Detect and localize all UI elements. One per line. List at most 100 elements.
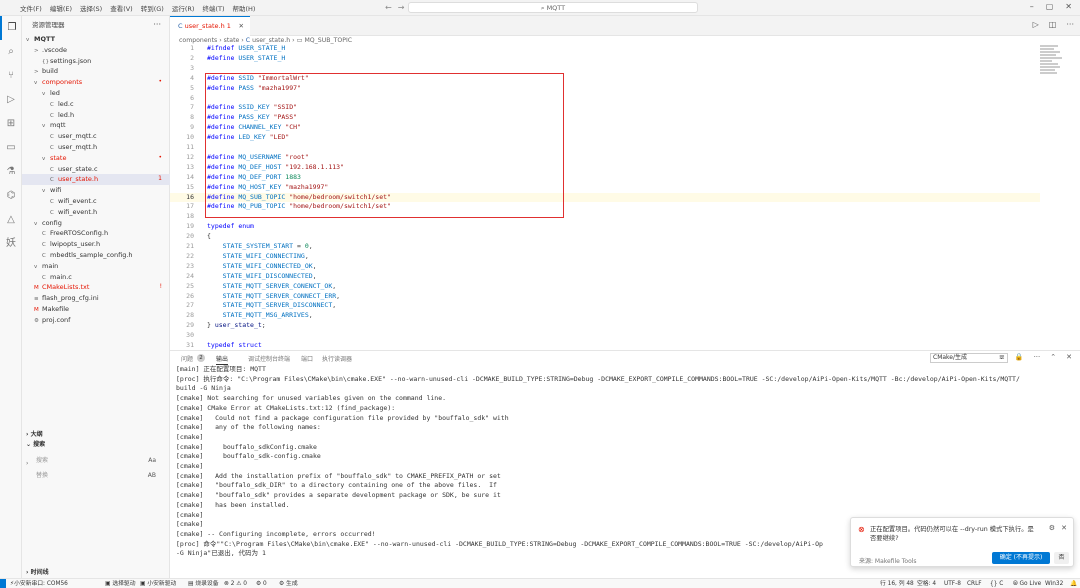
status-item[interactable]: 行 16, 列 48: [880, 579, 914, 588]
breadcrumb-item[interactable]: components: [179, 37, 217, 44]
breadcrumb-item[interactable]: MQ_SUB_TOPIC: [304, 37, 352, 44]
minimize-icon[interactable]: –: [1030, 2, 1034, 11]
tree-item[interactable]: v wifi: [22, 185, 170, 196]
tree-item[interactable]: v state •: [22, 153, 170, 164]
close-icon[interactable]: ✕: [1061, 524, 1067, 532]
breadcrumb-item[interactable]: user_state.h: [252, 37, 290, 44]
outline-section-header[interactable]: › 大纲: [22, 430, 170, 440]
status-item[interactable]: ⚙ 生成: [279, 579, 298, 588]
panel-tab[interactable]: 问题: [181, 354, 193, 363]
timeline-section-header[interactable]: › 时间线: [22, 568, 170, 578]
testing-icon[interactable]: ⚗: [0, 160, 22, 184]
split-editor-icon[interactable]: ◫: [1049, 20, 1057, 29]
confirm-button[interactable]: 确定 (不再提示): [992, 552, 1050, 564]
close-icon[interactable]: ✕: [1066, 353, 1072, 361]
menu-item[interactable]: 文件(F): [20, 3, 42, 13]
minimap[interactable]: [1040, 44, 1072, 104]
command-center-search[interactable]: ⌕ MQTT: [408, 2, 698, 13]
menu-item[interactable]: 编辑(E): [50, 3, 72, 13]
remote-indicator[interactable]: [0, 579, 6, 588]
tree-item[interactable]: M CMakeLists.txt!: [22, 282, 170, 293]
search-icon[interactable]: ⌕: [0, 40, 22, 64]
lock-icon[interactable]: 🔒: [1015, 353, 1024, 361]
tree-item[interactable]: Cwifi_event.h: [22, 207, 170, 218]
status-item[interactable]: ⚙ 0: [256, 579, 267, 588]
status-item[interactable]: 空格: 4: [917, 579, 936, 588]
tab-user-state-h[interactable]: C user_state.h 1 ✕: [170, 16, 250, 36]
breadcrumb-item[interactable]: state: [224, 37, 240, 44]
search-input[interactable]: 搜索 Aa: [34, 456, 160, 466]
bell-icon[interactable]: 🔔: [1070, 579, 1077, 588]
extensions-icon[interactable]: ⊞: [0, 112, 22, 136]
search-section-header[interactable]: ⌄ 搜索: [22, 440, 170, 450]
tree-item[interactable]: Cled.h: [22, 110, 170, 121]
status-item[interactable]: UTF-8: [944, 579, 961, 588]
tree-item[interactable]: v led: [22, 88, 170, 99]
tree-item[interactable]: > build: [22, 66, 170, 77]
nav-arrows[interactable]: ←→: [385, 3, 410, 12]
status-item[interactable]: ▤ 烧录设备: [188, 579, 219, 588]
menu-item[interactable]: 查看(V): [110, 3, 133, 13]
status-item[interactable]: {} C: [990, 579, 1003, 588]
esp-idf-icon[interactable]: ⌬: [0, 184, 22, 208]
status-item[interactable]: ▣ 选择驱动: [105, 579, 136, 588]
source-control-icon[interactable]: ⑂: [0, 64, 22, 88]
tree-item[interactable]: Cwifi_event.c: [22, 196, 170, 207]
maximize-icon[interactable]: ▢: [1046, 2, 1054, 11]
tree-item[interactable]: Clwipopts_user.h: [22, 239, 170, 250]
explorer-icon[interactable]: ❐: [0, 16, 22, 40]
status-item[interactable]: ▣ 小安新驱动: [140, 579, 176, 588]
tree-item[interactable]: Cuser_state.h 1: [22, 174, 170, 186]
panel-tab[interactable]: 输出: [216, 354, 229, 365]
tree-item[interactable]: v main: [22, 261, 170, 272]
remote-explorer-icon[interactable]: ▭: [0, 136, 22, 160]
status-item[interactable]: ⊗ 2 ⚠ 0: [224, 579, 247, 588]
status-item[interactable]: ⦾ Go Live: [1013, 579, 1041, 588]
more-icon[interactable]: ···: [153, 16, 161, 34]
close-tab-icon[interactable]: ✕: [239, 17, 244, 36]
maximize-icon[interactable]: ⌃: [1050, 353, 1056, 361]
close-icon[interactable]: ✕: [1065, 2, 1072, 11]
match-case-toggle[interactable]: Aa: [148, 456, 156, 466]
tree-item[interactable]: {}settings.json: [22, 56, 170, 67]
status-item[interactable]: CRLF: [967, 579, 982, 588]
list-filter-icon[interactable]: ≡: [999, 353, 1005, 361]
tree-item[interactable]: Cmbedtls_sample_config.h: [22, 250, 170, 261]
tree-item[interactable]: v components •: [22, 77, 170, 88]
menu-item[interactable]: 选择(S): [80, 3, 102, 13]
status-item[interactable]: ⚡小安新串口: COM56: [10, 579, 68, 588]
tree-item[interactable]: ≡ flash_prog_cfg.ini: [22, 293, 170, 304]
tree-item[interactable]: M Makefile: [22, 304, 170, 315]
tree-item[interactable]: Cuser_mqtt.h: [22, 142, 170, 153]
tree-item[interactable]: C FreeRTOSConfig.h: [22, 228, 170, 239]
arrow-left-icon[interactable]: ←: [385, 3, 398, 12]
tree-item[interactable]: v mqtt: [22, 120, 170, 131]
platformio-icon[interactable]: △: [0, 208, 22, 232]
menu-item[interactable]: 终端(T): [202, 3, 224, 13]
menu-item[interactable]: 帮助(H): [232, 3, 255, 13]
more-icon[interactable]: ···: [1034, 353, 1041, 361]
tree-item[interactable]: v config: [22, 218, 170, 229]
status-item[interactable]: Win32: [1045, 579, 1063, 588]
run-debug-icon[interactable]: ▷: [0, 88, 22, 112]
more-icon[interactable]: ···: [1066, 20, 1074, 29]
tree-item[interactable]: Cuser_state.c: [22, 164, 170, 175]
panel-tab[interactable]: 执行读调器: [322, 354, 352, 363]
menu-item[interactable]: 运行(R): [172, 3, 195, 13]
output-channel-select[interactable]: CMake/生成 ⌄: [930, 353, 1008, 363]
tree-item[interactable]: > .vscode: [22, 45, 170, 56]
cancel-button[interactable]: 否: [1054, 552, 1069, 564]
menu-item[interactable]: 转到(G): [141, 3, 164, 13]
replace-input[interactable]: 替换 AB: [34, 471, 160, 481]
tree-item[interactable]: Cmain.c: [22, 272, 170, 283]
panel-tab[interactable]: 终端: [278, 354, 290, 363]
panel-tab[interactable]: 端口: [301, 354, 313, 363]
chevron-right-icon[interactable]: ›: [26, 460, 28, 467]
tree-item[interactable]: v MQTT: [22, 34, 170, 45]
tree-item[interactable]: Cuser_mqtt.c: [22, 131, 170, 142]
preserve-case-toggle[interactable]: AB: [148, 471, 156, 481]
yao-icon[interactable]: 妖: [0, 232, 22, 256]
tree-item[interactable]: ⚙ proj.conf: [22, 315, 170, 326]
panel-tab[interactable]: 调试控制台: [248, 354, 278, 363]
gear-icon[interactable]: ⚙: [1049, 524, 1055, 532]
